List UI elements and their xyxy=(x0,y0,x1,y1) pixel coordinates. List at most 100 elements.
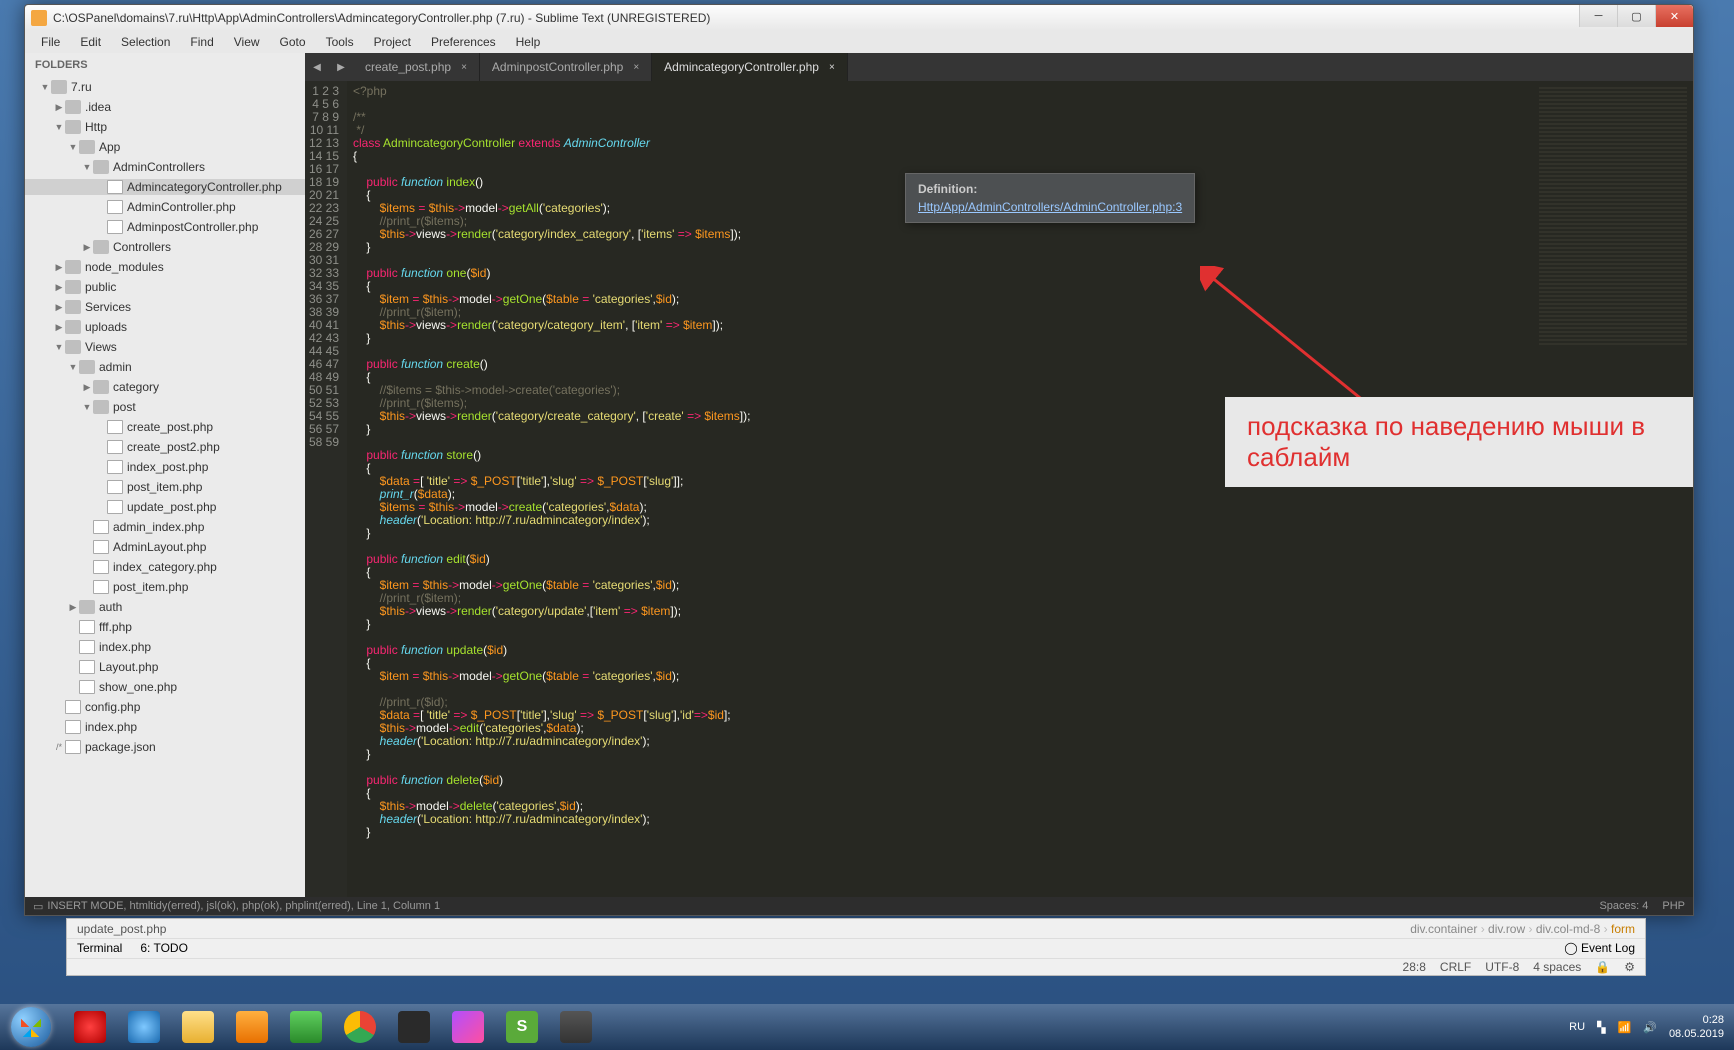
tree-item[interactable]: ▶Services xyxy=(25,299,305,315)
tree-label: Services xyxy=(85,300,131,314)
tree-item[interactable]: ▼Http xyxy=(25,119,305,135)
tree-item[interactable]: ▶Controllers xyxy=(25,239,305,255)
tab-nav-next[interactable]: ▶ xyxy=(329,53,353,81)
tree-item[interactable]: index.php xyxy=(25,639,305,655)
tree-item[interactable]: ▶category xyxy=(25,379,305,395)
taskbar-sublime[interactable] xyxy=(550,1007,602,1047)
sidebar[interactable]: FOLDERS ▼7.ru▶.idea▼Http▼App▼AdminContro… xyxy=(25,53,305,897)
tree-item[interactable]: index_category.php xyxy=(25,559,305,575)
ide-pos[interactable]: 28:8 xyxy=(1403,960,1426,974)
menu-selection[interactable]: Selection xyxy=(111,35,180,49)
status-lang[interactable]: PHP xyxy=(1662,900,1685,912)
tree-item[interactable]: fff.php xyxy=(25,619,305,635)
menu-help[interactable]: Help xyxy=(506,35,551,49)
tree-item[interactable]: ▶node_modules xyxy=(25,259,305,275)
tree-item[interactable]: config.php xyxy=(25,699,305,715)
tree-item[interactable]: AdminpostController.php xyxy=(25,219,305,235)
tray-lang[interactable]: RU xyxy=(1569,1021,1585,1033)
menu-goto[interactable]: Goto xyxy=(270,35,316,49)
tooltip-link[interactable]: Http/App/AdminControllers/AdminControlle… xyxy=(918,200,1182,214)
tab-close-icon[interactable]: × xyxy=(829,62,835,73)
status-spaces[interactable]: Spaces: 4 xyxy=(1599,900,1648,912)
tree-item[interactable]: post_item.php xyxy=(25,579,305,595)
menu-project[interactable]: Project xyxy=(364,35,421,49)
start-button[interactable] xyxy=(4,1007,58,1047)
ide-crlf[interactable]: CRLF xyxy=(1440,960,1471,974)
tab-close-icon[interactable]: × xyxy=(461,62,467,73)
taskbar-nox[interactable] xyxy=(388,1007,440,1047)
tree-label: index.php xyxy=(85,720,137,734)
minimap[interactable] xyxy=(1533,81,1693,897)
tree-item[interactable]: ▼admin xyxy=(25,359,305,375)
menu-file[interactable]: File xyxy=(31,35,70,49)
ide-indent[interactable]: 4 spaces xyxy=(1533,960,1581,974)
tray-network-icon[interactable]: 📶 xyxy=(1618,1021,1632,1034)
menu-edit[interactable]: Edit xyxy=(70,35,111,49)
menu-find[interactable]: Find xyxy=(180,35,223,49)
ide-breadcrumbs[interactable]: div.container › div.row › div.col-md-8 ›… xyxy=(1410,922,1635,936)
ide-tool-terminal[interactable]: Terminal xyxy=(77,941,122,955)
minimize-button[interactable]: ─ xyxy=(1579,5,1617,27)
taskbar-utorrent[interactable] xyxy=(280,1007,332,1047)
menu-preferences[interactable]: Preferences xyxy=(421,35,506,49)
tree-item[interactable]: show_one.php xyxy=(25,679,305,695)
tree-label: AdminpostController.php xyxy=(127,220,258,234)
tray-clock[interactable]: 0:2808.05.2019 xyxy=(1669,1013,1724,1041)
title-bar[interactable]: C:\OSPanel\domains\7.ru\Http\App\AdminCo… xyxy=(25,5,1693,31)
tree-item[interactable]: admin_index.php xyxy=(25,519,305,535)
ide-tab-file[interactable]: update_post.php xyxy=(77,922,166,936)
tree-item[interactable]: index_post.php xyxy=(25,459,305,475)
tree-item[interactable]: ▶.idea xyxy=(25,99,305,115)
tree-item[interactable]: ▼App xyxy=(25,139,305,155)
tree-item[interactable]: AdminLayout.php xyxy=(25,539,305,555)
breadcrumb-item[interactable]: div.container xyxy=(1410,922,1477,936)
breadcrumb-item[interactable]: div.row xyxy=(1488,922,1525,936)
line-gutter[interactable]: 1 2 3 4 5 6 7 8 9 10 11 12 13 14 15 16 1… xyxy=(305,81,347,897)
tree-item[interactable]: ▼post xyxy=(25,399,305,415)
ide-lock-icon[interactable]: 🔒 xyxy=(1595,960,1610,974)
taskbar-explorer[interactable] xyxy=(172,1007,224,1047)
ide-event-log[interactable]: ◯ Event Log xyxy=(1564,941,1635,955)
menu-tools[interactable]: Tools xyxy=(316,35,364,49)
tree-item[interactable]: update_post.php xyxy=(25,499,305,515)
breadcrumb-item[interactable]: div.col-md-8 xyxy=(1536,922,1600,936)
maximize-button[interactable]: ▢ xyxy=(1617,5,1655,27)
system-tray[interactable]: RU ▚ 📶 🔊 0:2808.05.2019 xyxy=(1569,1013,1734,1041)
tree-item[interactable]: index.php xyxy=(25,719,305,735)
tree-item[interactable]: Layout.php xyxy=(25,659,305,675)
tree-item[interactable]: AdmincategoryController.php xyxy=(25,179,305,195)
taskbar-chrome[interactable] xyxy=(334,1007,386,1047)
taskbar-opera[interactable] xyxy=(64,1007,116,1047)
breadcrumb-item[interactable]: form xyxy=(1611,922,1635,936)
editor-tab[interactable]: AdminpostController.php× xyxy=(480,53,652,81)
tree-item[interactable]: /*package.json xyxy=(25,739,305,755)
tree-item[interactable]: create_post.php xyxy=(25,419,305,435)
tree-item[interactable]: ▶public xyxy=(25,279,305,295)
ide-tool-todo[interactable]: 6: TODO xyxy=(140,941,188,955)
taskbar-media[interactable] xyxy=(226,1007,278,1047)
taskbar-app-s[interactable]: S xyxy=(496,1007,548,1047)
tree-item[interactable]: post_item.php xyxy=(25,479,305,495)
tree-item[interactable]: ▶auth xyxy=(25,599,305,615)
taskbar-phpstorm[interactable] xyxy=(442,1007,494,1047)
tree-item[interactable]: ▼7.ru xyxy=(25,79,305,95)
taskbar-ie[interactable] xyxy=(118,1007,170,1047)
editor-tab[interactable]: AdmincategoryController.php× xyxy=(652,53,848,81)
tree-item[interactable]: create_post2.php xyxy=(25,439,305,455)
taskbar[interactable]: S RU ▚ 📶 🔊 0:2808.05.2019 xyxy=(0,1004,1734,1050)
tree-item[interactable]: AdminController.php xyxy=(25,199,305,215)
tray-flag-icon[interactable]: ▚ xyxy=(1597,1021,1605,1034)
tab-close-icon[interactable]: × xyxy=(633,62,639,73)
tree-item[interactable]: ▼AdminControllers xyxy=(25,159,305,175)
ide-enc[interactable]: UTF-8 xyxy=(1485,960,1519,974)
tray-volume-icon[interactable]: 🔊 xyxy=(1643,1021,1657,1034)
tree-item[interactable]: ▼Views xyxy=(25,339,305,355)
menu-view[interactable]: View xyxy=(224,35,270,49)
ide-gear-icon[interactable]: ⚙ xyxy=(1624,960,1635,974)
tree-item[interactable]: ▶uploads xyxy=(25,319,305,335)
editor-tab[interactable]: create_post.php× xyxy=(353,53,480,81)
close-button[interactable]: ✕ xyxy=(1655,5,1693,27)
folder-tree[interactable]: ▼7.ru ▶.idea ▼Http ▼App ▼AdminControllers Adm… xyxy=(25,77,305,757)
status-icon[interactable]: ▭ xyxy=(33,900,43,913)
tab-nav-prev[interactable]: ◀ xyxy=(305,53,329,81)
